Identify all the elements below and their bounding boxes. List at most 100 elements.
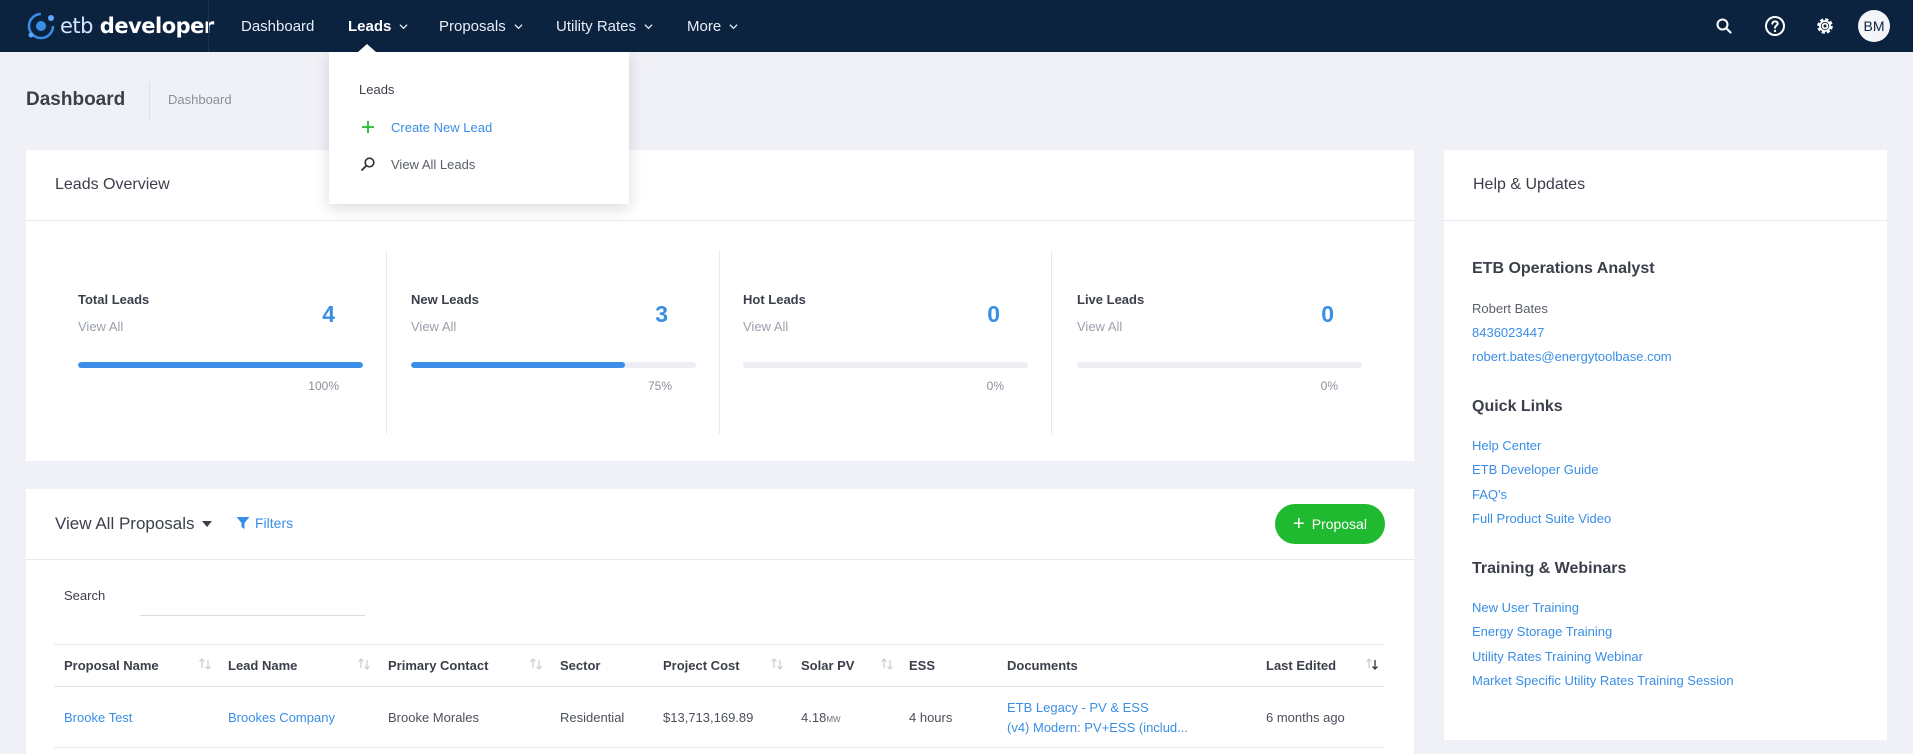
divider bbox=[26, 559, 1414, 560]
document-link[interactable]: ETB Legacy - PV & ESS bbox=[1007, 700, 1149, 715]
create-new-lead-item[interactable]: Create New Lead bbox=[359, 117, 492, 137]
search-input[interactable] bbox=[140, 582, 365, 616]
help-updates-title: Help & Updates bbox=[1473, 176, 1586, 193]
view-all-link[interactable]: View All bbox=[411, 319, 456, 334]
page-title: Dashboard bbox=[26, 89, 126, 110]
cell-project-cost: $13,713,169.89 bbox=[663, 710, 754, 725]
nav-dashboard[interactable]: Dashboard bbox=[241, 0, 314, 52]
column-header-documents: Documents bbox=[1007, 658, 1078, 673]
search-icon bbox=[359, 155, 377, 173]
analyst-phone-link[interactable]: 8436023447 bbox=[1472, 325, 1544, 340]
column-header-lead-name[interactable]: Lead Name bbox=[228, 658, 297, 673]
view-all-link[interactable]: View All bbox=[1077, 319, 1122, 334]
nav-utility-rates[interactable]: Utility Rates bbox=[556, 0, 653, 52]
settings-button[interactable] bbox=[1813, 0, 1837, 52]
top-navbar: etb developer Dashboard Leads Proposals … bbox=[0, 0, 1913, 52]
leads-overview-title: Leads Overview bbox=[55, 176, 170, 193]
nav-leads-label: Leads bbox=[348, 17, 392, 35]
progress-bar bbox=[743, 362, 1028, 368]
cell-primary-contact: Brooke Morales bbox=[388, 710, 480, 725]
training-link-new-user[interactable]: New User Training bbox=[1472, 600, 1579, 615]
nav-utility-rates-label: Utility Rates bbox=[556, 17, 637, 35]
quick-link-faqs[interactable]: FAQ's bbox=[1472, 487, 1507, 502]
view-all-link[interactable]: View All bbox=[743, 319, 788, 334]
nav-more-label: More bbox=[687, 17, 722, 35]
stat-value: 4 bbox=[322, 301, 335, 327]
training-link-utility-rates[interactable]: Utility Rates Training Webinar bbox=[1472, 649, 1643, 664]
sort-icon[interactable] bbox=[198, 657, 212, 671]
cell-solar-pv: 4.18MW bbox=[801, 710, 841, 725]
filters-button[interactable]: Filters bbox=[236, 515, 293, 531]
table-header-border bbox=[54, 686, 1385, 687]
stat-value: 3 bbox=[655, 301, 668, 327]
stat-percent: 100% bbox=[308, 379, 339, 393]
stat-percent: 75% bbox=[647, 379, 672, 393]
analyst-email-link[interactable]: robert.bates@energytoolbase.com bbox=[1472, 349, 1672, 364]
stat-hot-leads: Hot Leads View All 0 0% bbox=[691, 250, 1028, 434]
cell-last-edited: 6 months ago bbox=[1266, 710, 1345, 725]
chevron-down-icon bbox=[399, 23, 408, 29]
filter-icon bbox=[236, 517, 250, 529]
nav-proposals[interactable]: Proposals bbox=[439, 0, 523, 52]
nav-proposals-label: Proposals bbox=[439, 17, 506, 35]
column-header-last-edited[interactable]: Last Edited bbox=[1266, 658, 1336, 673]
training-heading: Training & Webinars bbox=[1472, 560, 1627, 577]
progress-fill bbox=[411, 362, 625, 368]
column-header-sector: Sector bbox=[560, 658, 601, 673]
etb-logo-icon bbox=[27, 12, 55, 40]
quick-link-product-video[interactable]: Full Product Suite Video bbox=[1472, 511, 1611, 526]
training-link-market-specific[interactable]: Market Specific Utility Rates Training S… bbox=[1472, 673, 1734, 688]
brand-name: etb developer bbox=[60, 14, 214, 38]
sort-icon[interactable] bbox=[529, 657, 543, 671]
header-divider bbox=[149, 82, 150, 121]
filters-label: Filters bbox=[255, 515, 294, 531]
stat-label: Hot Leads bbox=[743, 292, 806, 307]
cell-proposal-name[interactable]: Brooke Test bbox=[64, 710, 132, 725]
brand-logo[interactable]: etb developer bbox=[24, 6, 214, 46]
column-header-primary-contact[interactable]: Primary Contact bbox=[388, 658, 488, 673]
help-icon bbox=[1765, 16, 1785, 36]
view-all-proposals-dropdown[interactable]: View All Proposals bbox=[55, 514, 212, 534]
view-all-leads-item[interactable]: View All Leads bbox=[359, 154, 475, 174]
column-header-proposal-name[interactable]: Proposal Name bbox=[64, 658, 159, 673]
document-link[interactable]: (v4) Modern: PV+ESS (includ... bbox=[1007, 720, 1188, 735]
search-button[interactable] bbox=[1712, 0, 1736, 52]
sort-icon[interactable] bbox=[770, 657, 784, 671]
sort-icon[interactable] bbox=[880, 657, 894, 671]
stat-new-leads: New Leads View All 3 75% bbox=[359, 250, 696, 434]
cell-lead-name[interactable]: Brookes Company bbox=[228, 710, 335, 725]
cell-ess: 4 hours bbox=[909, 710, 953, 725]
stat-live-leads: Live Leads View All 0 0% bbox=[1025, 250, 1362, 434]
progress-bar bbox=[78, 362, 363, 368]
create-new-lead-label: Create New Lead bbox=[391, 119, 493, 135]
sort-desc-icon[interactable] bbox=[1365, 657, 1379, 671]
breadcrumb: Dashboard bbox=[168, 92, 232, 107]
stat-label: Live Leads bbox=[1077, 292, 1145, 307]
stat-value: 0 bbox=[987, 301, 1000, 327]
nav-dashboard-label: Dashboard bbox=[241, 17, 315, 35]
nav-more[interactable]: More bbox=[687, 0, 738, 52]
solar-pv-value: 4.18 bbox=[801, 710, 827, 725]
add-proposal-button[interactable]: + Proposal bbox=[1275, 504, 1385, 544]
sort-icon[interactable] bbox=[357, 657, 371, 671]
quick-link-help-center[interactable]: Help Center bbox=[1472, 438, 1541, 453]
user-avatar[interactable]: BM bbox=[1858, 0, 1890, 52]
stat-value: 0 bbox=[1321, 301, 1334, 327]
stat-label: New Leads bbox=[411, 292, 479, 307]
stat-total-leads: Total Leads View All 4 100% bbox=[26, 250, 363, 434]
plus-icon bbox=[359, 118, 377, 136]
column-header-solar-pv[interactable]: Solar PV bbox=[801, 658, 854, 673]
view-all-link[interactable]: View All bbox=[78, 319, 123, 334]
help-button[interactable] bbox=[1763, 0, 1787, 52]
progress-fill bbox=[78, 362, 363, 368]
chevron-down-icon bbox=[729, 23, 738, 29]
column-header-project-cost[interactable]: Project Cost bbox=[663, 658, 740, 673]
solar-pv-unit: MW bbox=[826, 715, 841, 724]
training-link-energy-storage[interactable]: Energy Storage Training bbox=[1472, 624, 1612, 639]
quick-link-developer-guide[interactable]: ETB Developer Guide bbox=[1472, 462, 1598, 477]
analyst-heading: ETB Operations Analyst bbox=[1472, 260, 1655, 277]
cell-sector: Residential bbox=[560, 710, 625, 725]
stat-percent: 0% bbox=[1320, 379, 1338, 393]
gear-icon bbox=[1817, 18, 1833, 34]
stat-percent: 0% bbox=[986, 379, 1004, 393]
